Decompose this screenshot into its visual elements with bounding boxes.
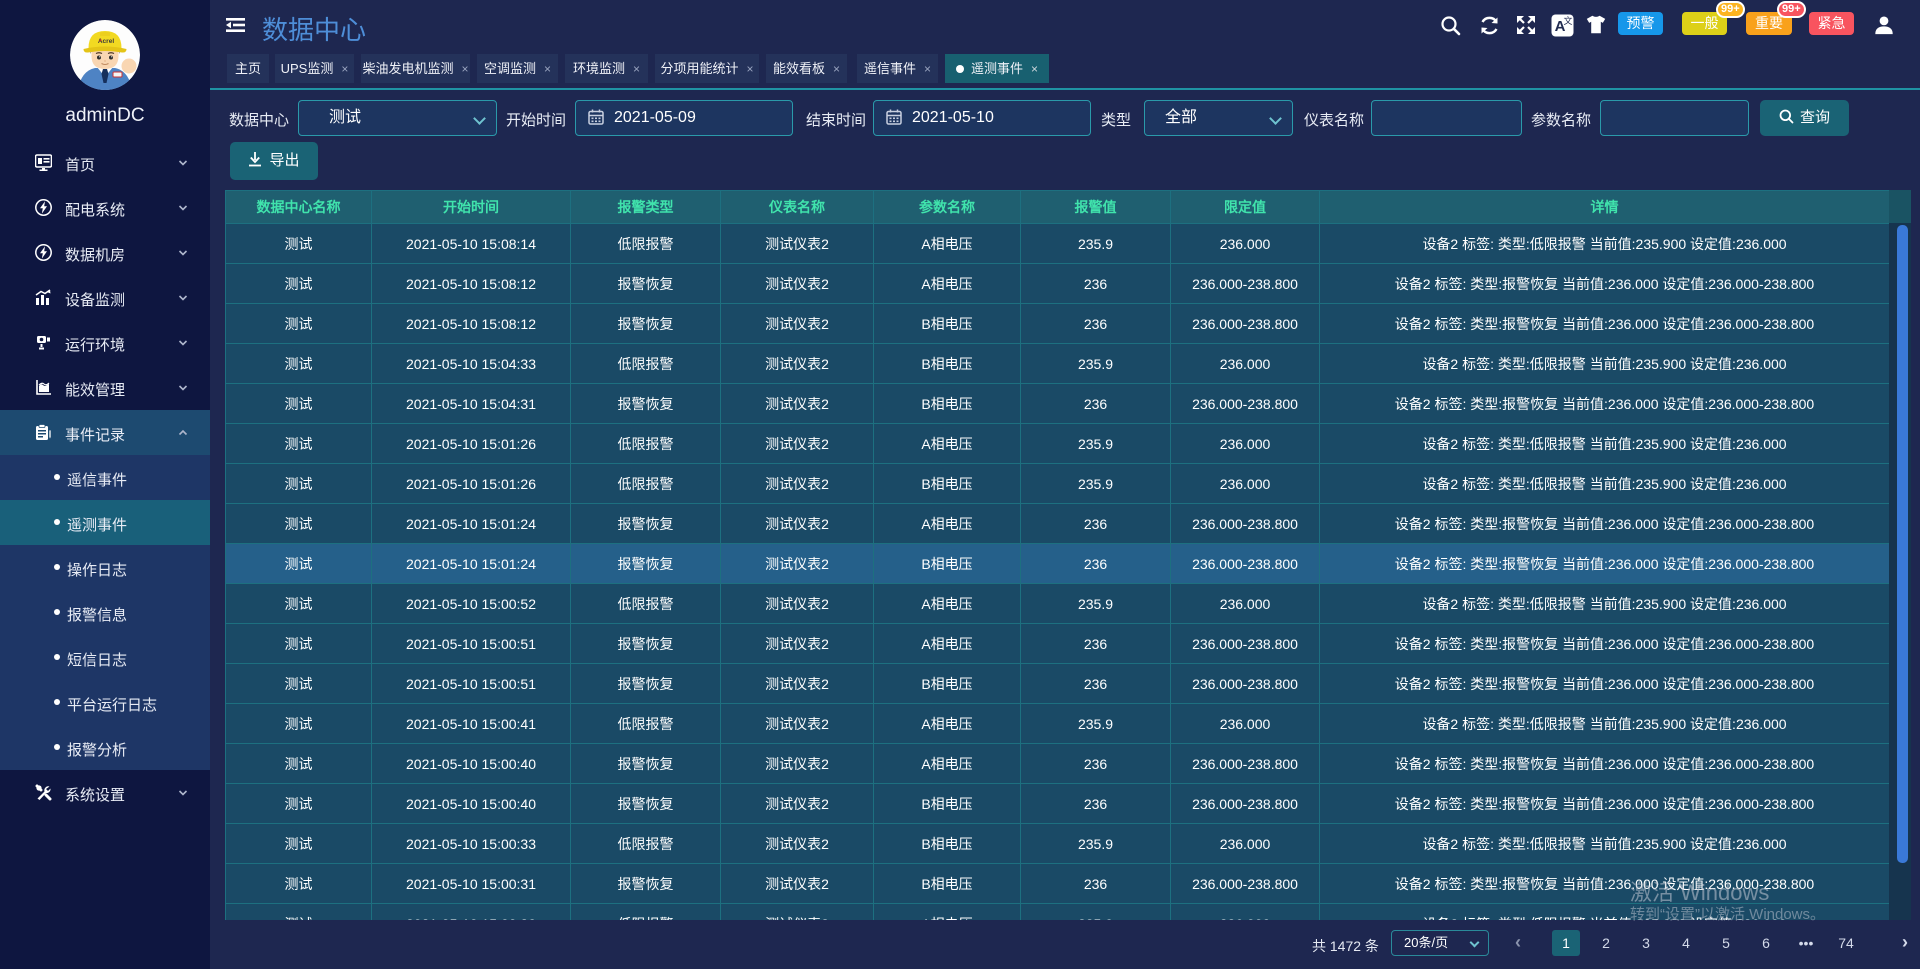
- svg-text:Acrel: Acrel: [98, 38, 114, 45]
- svg-text:文: 文: [1563, 15, 1572, 26]
